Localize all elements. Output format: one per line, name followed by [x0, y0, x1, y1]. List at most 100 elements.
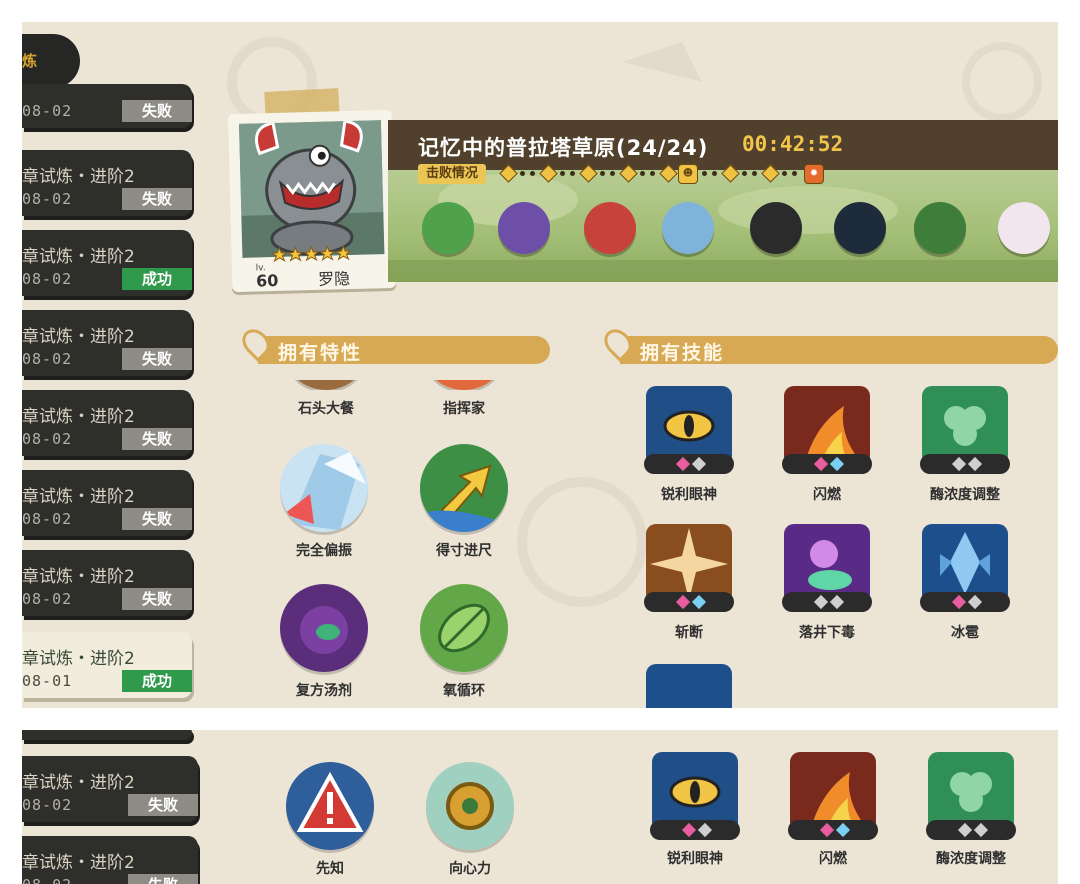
progress-dot	[570, 171, 575, 176]
attribute-gem-icon	[681, 822, 697, 838]
record-title: 章试炼・进阶2	[22, 853, 135, 873]
skills-section-header: 拥有技能	[620, 336, 1058, 364]
skill-attribute-bar	[920, 454, 1010, 474]
record-title: 章试炼・进阶2	[22, 649, 135, 669]
monster-ranger-hat-icon[interactable]	[914, 202, 966, 254]
record-date: 08-02	[22, 190, 73, 208]
skill-partial[interactable]	[646, 664, 732, 708]
trait-full-polarization-icon[interactable]	[280, 444, 368, 532]
elite-marker-icon: ☻	[678, 164, 698, 184]
monster-red-bird-icon[interactable]	[584, 202, 636, 254]
progress-dot	[640, 171, 645, 176]
record-date: 08-02	[22, 590, 73, 608]
trait-centripetal-icon[interactable]	[426, 762, 514, 850]
mode-tab[interactable]: 炼	[22, 34, 80, 88]
skill-attribute-bar	[650, 820, 740, 840]
trait-oxygen-cycle-icon[interactable]	[420, 584, 508, 672]
record-item-partial[interactable]: 08-02 失败	[22, 84, 192, 128]
monster-shield-icon[interactable]	[834, 202, 886, 254]
boss-portrait	[238, 120, 385, 258]
trait-inch-forward-icon[interactable]	[420, 444, 508, 532]
record-result-badge: 失败	[128, 874, 198, 884]
skill-cleave[interactable]	[644, 524, 734, 614]
skill-label: 锐利眼神	[667, 851, 723, 867]
traits-header-label: 拥有特性	[278, 342, 363, 364]
attribute-gem-icon	[813, 456, 829, 472]
record-item[interactable]: 章试炼・进阶2 08-02 失败	[22, 150, 192, 216]
progress-dot	[712, 171, 717, 176]
trait-label: 完全偏振	[296, 543, 352, 559]
monster-green-bulb-icon[interactable]	[422, 202, 474, 254]
record-title: 章试炼・进阶2	[22, 567, 135, 587]
skill-kick-while-down[interactable]	[782, 524, 872, 614]
boss-monster-icon	[238, 120, 385, 258]
record-item[interactable]: 章试炼・进阶2 08-02 失败	[22, 756, 198, 822]
traits-section-header: 拥有特性	[258, 336, 550, 364]
record-date: 08-02	[22, 510, 73, 528]
attribute-gem-icon	[973, 822, 989, 838]
trait-label: 复方汤剂	[296, 683, 352, 699]
skill-label: 落井下毒	[799, 625, 855, 641]
monster-dark-beetle-icon[interactable]	[750, 202, 802, 254]
boss-stars	[271, 244, 352, 263]
attribute-gem-icon	[967, 594, 983, 610]
monster-pink-bunny-icon[interactable]	[998, 202, 1050, 254]
trait-label: 先知	[316, 861, 344, 877]
record-date: 08-02	[22, 270, 73, 288]
progress-dot	[610, 171, 615, 176]
record-result-badge: 失败	[122, 428, 192, 450]
record-item[interactable]: 章试炼・进阶2 08-02 失败	[22, 836, 198, 884]
attribute-gem-icon	[691, 594, 707, 610]
record-item[interactable]: 章试炼・进阶2 08-02 失败	[22, 310, 192, 376]
trait-label: 氧循环	[443, 683, 485, 699]
attribute-gem-icon	[967, 456, 983, 472]
monster-ice-dragon-icon[interactable]	[662, 202, 714, 254]
skill-label: 冰雹	[951, 625, 979, 641]
record-item[interactable]: 章试炼・进阶2 08-02 失败	[22, 390, 192, 456]
trait-compound-potion-icon[interactable]	[280, 584, 368, 672]
battle-timer: 00:42:52	[742, 132, 844, 156]
progress-dot	[560, 171, 565, 176]
record-item-partial[interactable]	[22, 730, 192, 740]
trait-label: 向心力	[449, 861, 491, 877]
record-item[interactable]: 章试炼・进阶2 08-02 成功	[22, 230, 192, 296]
record-date: 08-02	[22, 796, 73, 814]
trait-label: 石头大餐	[298, 401, 354, 417]
attribute-gem-icon	[691, 456, 707, 472]
skill-enzyme-adjust[interactable]	[920, 386, 1010, 476]
skill-flash-burn[interactable]	[782, 386, 872, 476]
record-date: 08-01	[22, 672, 73, 690]
progress-dot	[600, 171, 605, 176]
trait-foresight-icon[interactable]	[286, 762, 374, 850]
water-icon	[646, 664, 732, 708]
record-title: 章试炼・进阶2	[22, 407, 135, 427]
attribute-gem-icon	[957, 822, 973, 838]
record-result-badge: 成功	[122, 268, 192, 290]
record-result-badge: 失败	[122, 508, 192, 530]
attribute-gem-icon	[835, 822, 851, 838]
progress-dot	[782, 171, 787, 176]
monster-witch-hat-icon[interactable]	[498, 202, 550, 254]
record-item[interactable]: 章试炼・进阶2 08-02 失败	[22, 470, 192, 536]
record-item-selected[interactable]: 章试炼・进阶2 08-01 成功	[22, 632, 192, 698]
skill-sharp-gaze[interactable]	[644, 386, 734, 476]
record-item[interactable]: 章试炼・进阶2 08-02 失败	[22, 550, 192, 616]
record-result-badge: 失败	[122, 188, 192, 210]
skill-enzyme-adjust[interactable]	[926, 752, 1016, 842]
attribute-gem-icon	[829, 594, 845, 610]
trait-label: 得寸进尺	[436, 543, 492, 559]
progress-dot	[752, 171, 757, 176]
skill-sharp-gaze[interactable]	[650, 752, 740, 842]
skill-label: 闪燃	[813, 487, 841, 503]
progress-dot	[792, 171, 797, 176]
skill-flash-burn[interactable]	[788, 752, 878, 842]
skill-label: 酶浓度调整	[936, 851, 1006, 867]
trait-label: 指挥家	[443, 401, 485, 417]
skill-attribute-bar	[782, 454, 872, 474]
boss-marker-icon: ✹	[804, 164, 824, 184]
skill-hail[interactable]	[920, 524, 1010, 614]
record-title: 章试炼・进阶2	[22, 773, 135, 793]
record-date: 08-02	[22, 102, 73, 120]
record-date: 08-02	[22, 876, 72, 884]
record-title: 章试炼・进阶2	[22, 487, 135, 507]
